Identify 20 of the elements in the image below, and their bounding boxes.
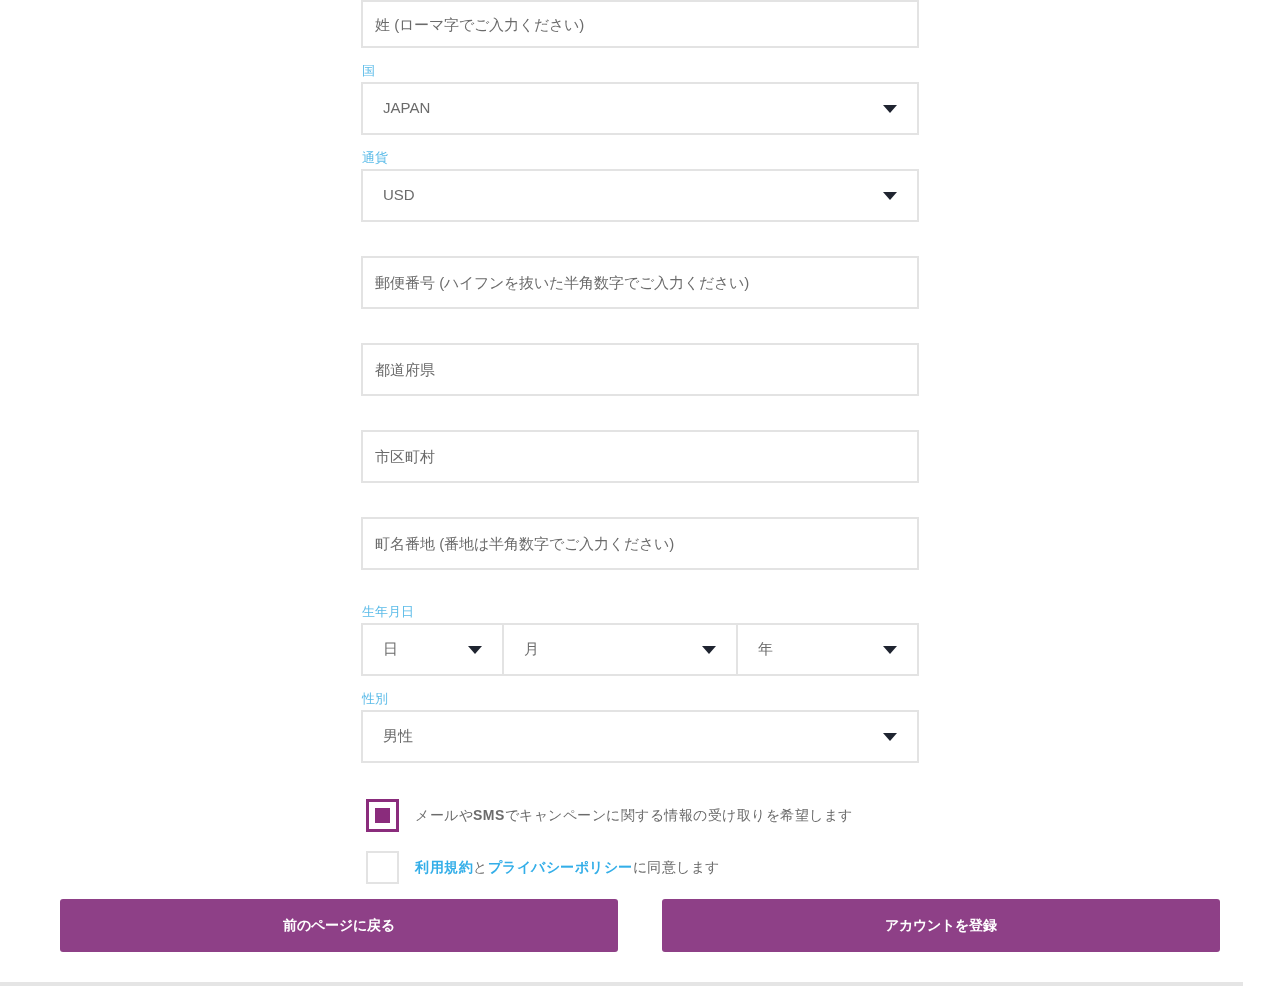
text-field[interactable]: 都道府県	[361, 343, 919, 396]
select-field[interactable]: USD	[361, 169, 919, 222]
checkbox-label: 利用規約と プライバシーポリシー に同意します	[415, 858, 720, 877]
checkbox[interactable]	[366, 799, 399, 832]
action-button[interactable]: アカウントを登録	[662, 899, 1220, 952]
caret-icon	[883, 104, 897, 113]
text-field[interactable]: 市区町村	[361, 430, 919, 483]
action-button[interactable]: 前のページに戻る	[60, 899, 618, 952]
select-field[interactable]: 男性	[361, 710, 919, 763]
text-field[interactable]: 町名番地 (番地は半角数字でご入力ください)	[361, 517, 919, 570]
checkbox-label: メールやSMSでキャンペーンに関する情報の受け取りを希望します	[415, 806, 853, 825]
caret-icon	[883, 732, 897, 741]
field-label: 通貨	[361, 148, 388, 167]
select-field[interactable]: JAPAN	[361, 82, 919, 135]
field-label: 生年月日	[361, 602, 414, 621]
field-label: 国	[361, 61, 375, 80]
text-field[interactable]: 郵便番号 (ハイフンを抜いた半角数字でご入力ください)	[361, 256, 919, 309]
caret-icon	[883, 191, 897, 200]
field-label: 性別	[361, 689, 388, 708]
text-field[interactable]: 姓 (ローマ字でご入力ください)	[361, 0, 919, 48]
